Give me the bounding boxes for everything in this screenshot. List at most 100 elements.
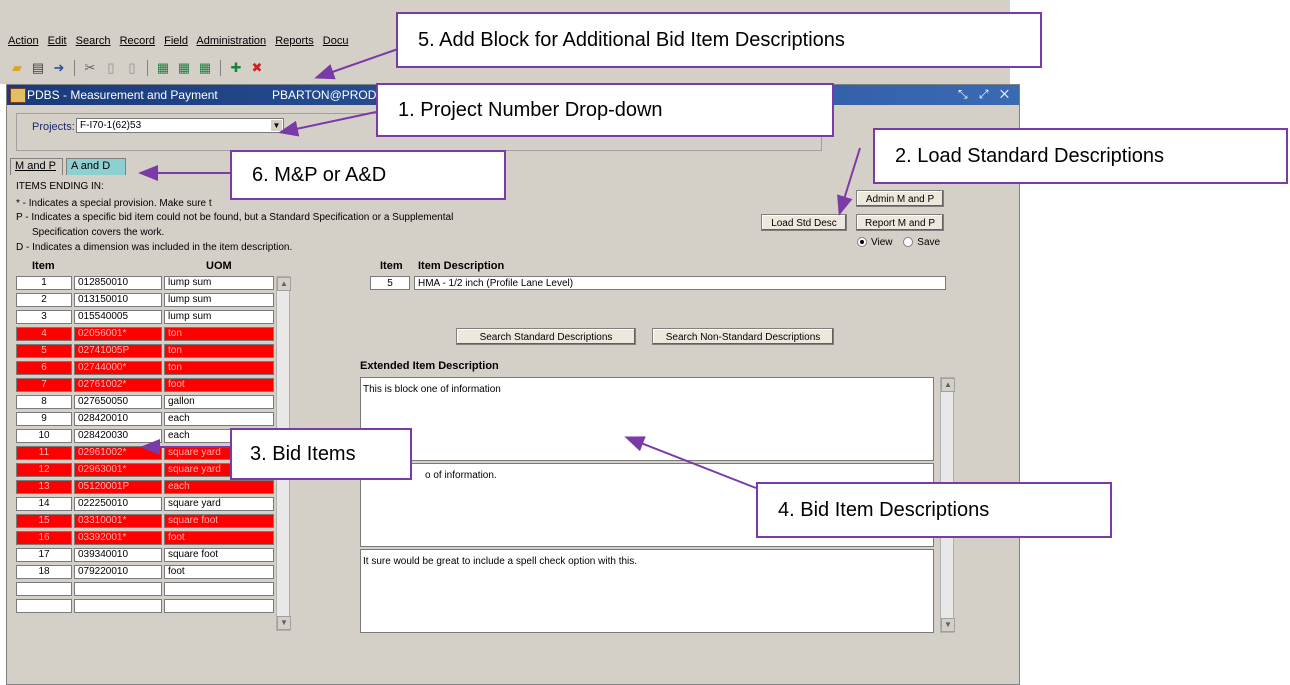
- menu-search[interactable]: Search: [76, 35, 111, 47]
- report-m-and-p-button[interactable]: Report M and P: [856, 214, 944, 231]
- table-row[interactable]: [16, 582, 274, 596]
- delete-record-icon[interactable]: ✖: [248, 59, 266, 77]
- item-code-cell[interactable]: [74, 599, 162, 613]
- item-number-cell[interactable]: 11: [16, 446, 72, 460]
- uom-cell[interactable]: [164, 599, 274, 613]
- table-row[interactable]: 9 028420010 each: [16, 412, 274, 426]
- extended-description-block-1[interactable]: This is block one of information: [360, 377, 934, 461]
- scroll-up-icon[interactable]: ▲: [941, 378, 955, 392]
- item-number-cell[interactable]: 8: [16, 395, 72, 409]
- table-row[interactable]: 7 02761002* foot: [16, 378, 274, 392]
- item-number-cell[interactable]: 9: [16, 412, 72, 426]
- query-execute-icon[interactable]: ▦: [175, 59, 193, 77]
- item-description-field[interactable]: HMA - 1/2 inch (Profile Lane Level): [414, 276, 946, 290]
- item-code-cell[interactable]: 02963001*: [74, 463, 162, 477]
- item-number-cell[interactable]: 7: [16, 378, 72, 392]
- table-row[interactable]: 17 039340010 square foot: [16, 548, 274, 562]
- table-row[interactable]: 15 03310001* square foot: [16, 514, 274, 528]
- insert-record-icon[interactable]: ✚: [227, 59, 245, 77]
- item-number-cell[interactable]: [16, 582, 72, 596]
- uom-cell[interactable]: [164, 582, 274, 596]
- save-radio[interactable]: [903, 237, 914, 248]
- uom-cell[interactable]: square foot: [164, 514, 274, 528]
- uom-cell[interactable]: foot: [164, 531, 274, 545]
- table-row[interactable]: 2 013150010 lump sum: [16, 293, 274, 307]
- item-number-cell[interactable]: 1: [16, 276, 72, 290]
- menu-record[interactable]: Record: [120, 35, 155, 47]
- item-code-cell[interactable]: 05120001P: [74, 480, 162, 494]
- table-row[interactable]: 14 022250010 square yard: [16, 497, 274, 511]
- tab-a-and-d[interactable]: A and D: [66, 158, 126, 175]
- uom-cell[interactable]: square foot: [164, 548, 274, 562]
- menu-field[interactable]: Field: [164, 35, 188, 47]
- close-icon[interactable]: ✕: [1000, 87, 1013, 101]
- item-code-cell[interactable]: 022250010: [74, 497, 162, 511]
- item-code-cell[interactable]: [74, 582, 162, 596]
- item-code-cell[interactable]: 02961002*: [74, 446, 162, 460]
- menu-action[interactable]: Action: [8, 35, 39, 47]
- item-number-cell[interactable]: 13: [16, 480, 72, 494]
- item-number-cell[interactable]: 3: [16, 310, 72, 324]
- item-number-cell[interactable]: 5: [16, 344, 72, 358]
- table-row[interactable]: 6 02744000* ton: [16, 361, 274, 375]
- uom-cell[interactable]: each: [164, 412, 274, 426]
- item-code-cell[interactable]: 079220010: [74, 565, 162, 579]
- item-number-cell[interactable]: 6: [16, 361, 72, 375]
- item-code-cell[interactable]: 039340010: [74, 548, 162, 562]
- uom-cell[interactable]: each: [164, 480, 274, 494]
- search-nonstandard-descriptions-button[interactable]: Search Non-Standard Descriptions: [652, 328, 834, 345]
- item-number-cell[interactable]: 18: [16, 565, 72, 579]
- uom-cell[interactable]: foot: [164, 378, 274, 392]
- item-number-cell[interactable]: 15: [16, 514, 72, 528]
- admin-m-and-p-button[interactable]: Admin M and P: [856, 190, 944, 207]
- uom-cell[interactable]: ton: [164, 327, 274, 341]
- item-number-cell[interactable]: 17: [16, 548, 72, 562]
- print-icon[interactable]: ▤: [29, 59, 47, 77]
- menu-administration[interactable]: Administration: [196, 35, 266, 47]
- menu-reports[interactable]: Reports: [275, 35, 314, 47]
- project-dropdown[interactable]: F-I70-1(62)53 ▼: [76, 118, 284, 133]
- scroll-down-icon[interactable]: ▼: [277, 616, 291, 630]
- item-code-cell[interactable]: 03310001*: [74, 514, 162, 528]
- search-standard-descriptions-button[interactable]: Search Standard Descriptions: [456, 328, 636, 345]
- uom-cell[interactable]: square yard: [164, 497, 274, 511]
- copy-icon[interactable]: ▯: [102, 59, 120, 77]
- item-code-cell[interactable]: 015540005: [74, 310, 162, 324]
- table-row[interactable]: 1 012850010 lump sum: [16, 276, 274, 290]
- table-row[interactable]: [16, 599, 274, 613]
- item-code-cell[interactable]: 02741005P: [74, 344, 162, 358]
- view-radio[interactable]: [857, 237, 867, 248]
- item-code-cell[interactable]: 03392001*: [74, 531, 162, 545]
- item-number-cell[interactable]: 14: [16, 497, 72, 511]
- query-icon[interactable]: ▦: [154, 59, 172, 77]
- item-number-cell[interactable]: 10: [16, 429, 72, 443]
- item-code-cell[interactable]: 02761002*: [74, 378, 162, 392]
- item-code-cell[interactable]: 028420010: [74, 412, 162, 426]
- table-row[interactable]: 5 02741005P ton: [16, 344, 274, 358]
- uom-cell[interactable]: ton: [164, 361, 274, 375]
- table-row[interactable]: 3 015540005 lump sum: [16, 310, 274, 324]
- uom-cell[interactable]: lump sum: [164, 310, 274, 324]
- item-code-cell[interactable]: 013150010: [74, 293, 162, 307]
- paste-icon[interactable]: ▯: [123, 59, 141, 77]
- item-code-cell[interactable]: 02744000*: [74, 361, 162, 375]
- extended-description-block-3[interactable]: It sure would be great to include a spel…: [360, 549, 934, 633]
- table-row[interactable]: 18 079220010 foot: [16, 565, 274, 579]
- uom-cell[interactable]: lump sum: [164, 276, 274, 290]
- query-count-icon[interactable]: ▦: [196, 59, 214, 77]
- uom-cell[interactable]: gallon: [164, 395, 274, 409]
- menu-edit[interactable]: Edit: [48, 35, 67, 47]
- item-number-cell[interactable]: [16, 599, 72, 613]
- scroll-down-icon[interactable]: ▼: [941, 618, 955, 632]
- table-row[interactable]: 4 02056001* ton: [16, 327, 274, 341]
- item-number-cell[interactable]: 16: [16, 531, 72, 545]
- exit-icon[interactable]: ➜: [50, 59, 68, 77]
- item-number-cell[interactable]: 4: [16, 327, 72, 341]
- uom-cell[interactable]: foot: [164, 565, 274, 579]
- chevron-down-icon[interactable]: ▼: [271, 120, 282, 131]
- item-number-cell[interactable]: 12: [16, 463, 72, 477]
- table-row[interactable]: 16 03392001* foot: [16, 531, 274, 545]
- load-std-desc-button[interactable]: Load Std Desc: [761, 214, 847, 231]
- item-number-field[interactable]: 5: [370, 276, 410, 290]
- item-number-cell[interactable]: 2: [16, 293, 72, 307]
